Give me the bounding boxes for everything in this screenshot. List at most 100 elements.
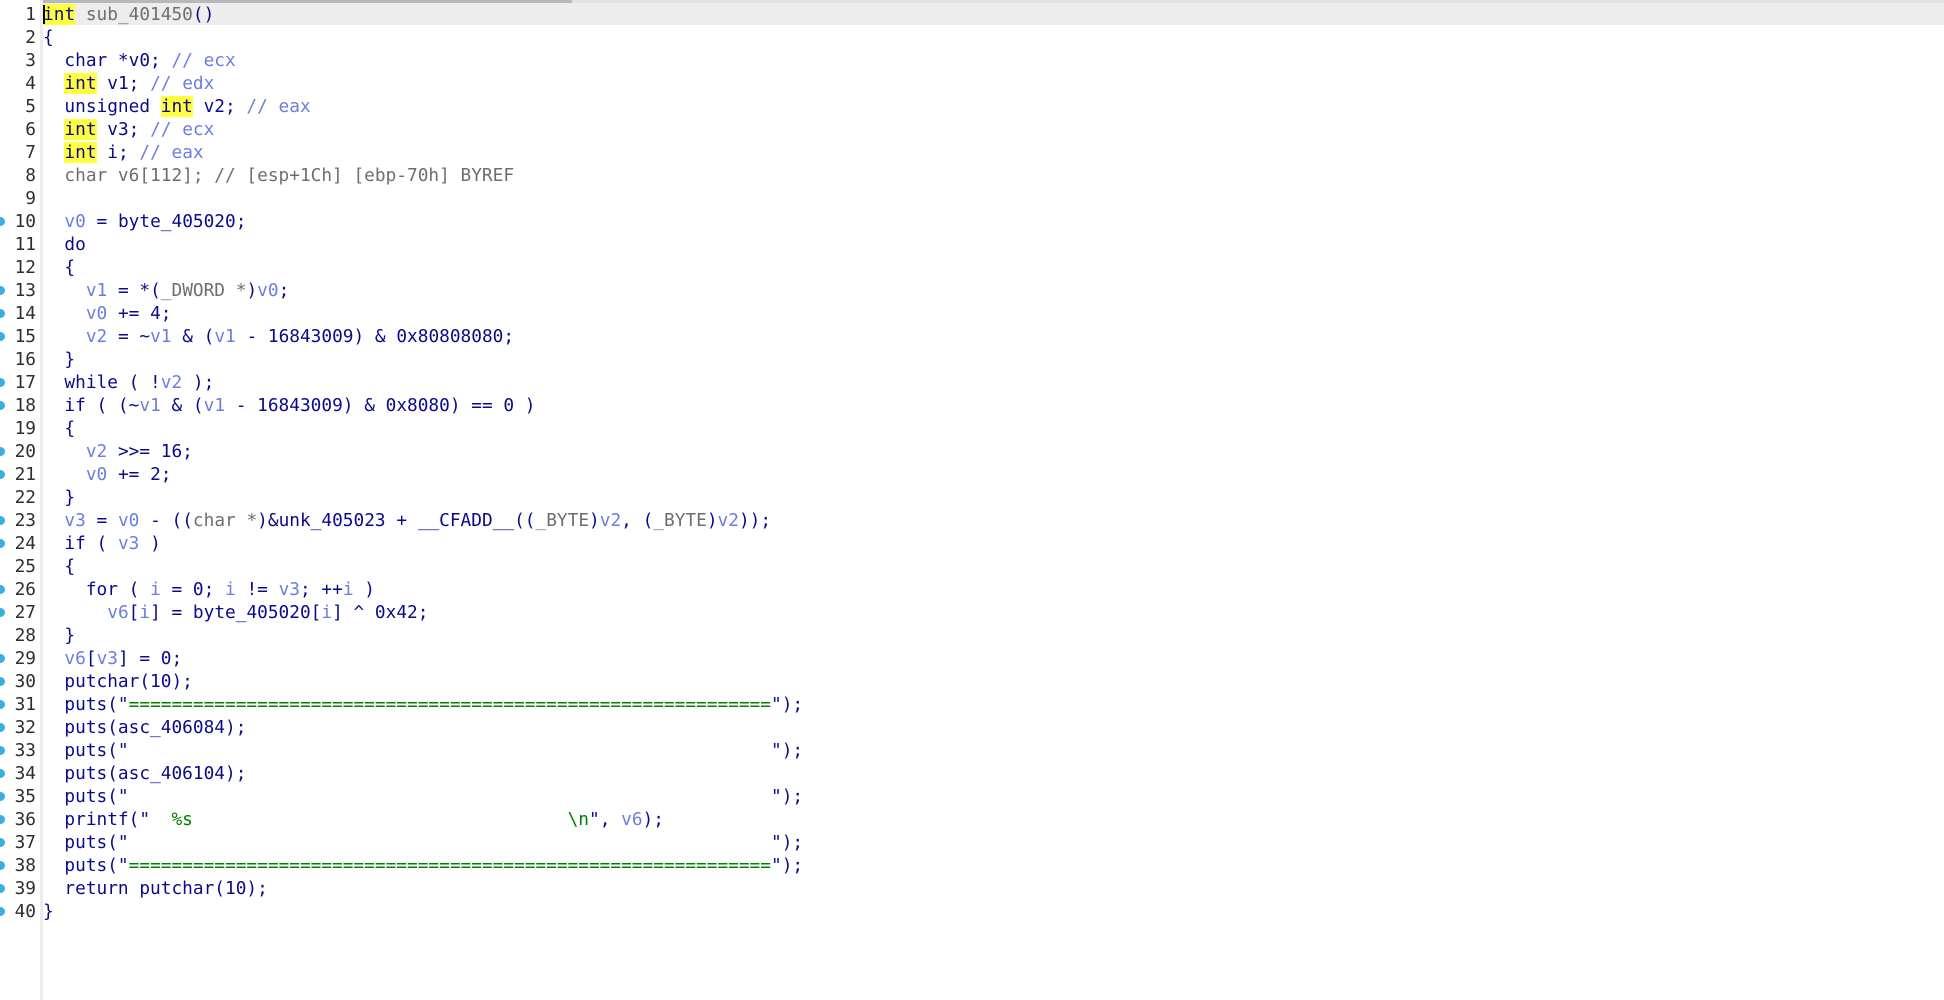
code-token: v2 [599,510,622,531]
code-token: } [43,625,76,646]
line-number: 33 [14,740,36,761]
line-number: 29 [14,648,36,669]
code-line[interactable]: 9 [0,187,1944,210]
code-text: int v1; // edx [43,72,214,95]
code-line[interactable]: 16 } [0,348,1944,371]
code-line[interactable]: 8 char v6[112]; // [esp+1Ch] [ebp-70h] B… [0,164,1944,187]
code-line[interactable]: 26 for ( i = 0; i != v3; ++i ) [0,578,1944,601]
code-line[interactable]: 4 int v1; // edx [0,72,1944,95]
line-number: 22 [14,487,36,508]
code-token: )&unk_405023 + __CFADD__(( [257,510,536,531]
code-line[interactable]: 20 v2 >>= 16; [0,440,1944,463]
code-line[interactable]: 27 v6[i] = byte_405020[i] ^ 0x42; [0,601,1944,624]
code-line[interactable]: 30 putchar(10); [0,670,1944,693]
code-line[interactable]: 14 v0 += 4; [0,302,1944,325]
code-line[interactable]: 13 v1 = *(_DWORD *)v0; [0,279,1944,302]
line-number: 27 [14,602,36,623]
code-text: putchar(10); [43,670,192,693]
code-token: // ecx [171,50,236,71]
code-line[interactable]: 33 puts(" "); [0,739,1944,762]
code-line[interactable]: 35 puts(" "); [0,785,1944,808]
code-text: } [43,624,75,647]
code-token: ] = 0; [117,648,183,669]
code-token: sub_401450 [75,4,193,25]
code-line[interactable]: 1 int sub_401450() [0,3,1944,26]
code-text: for ( i = 0; i != v3; ++i ) [43,578,375,601]
code-line[interactable]: 2{ [0,26,1944,49]
code-line[interactable]: 40} [0,900,1944,923]
code-text: printf(" %s \n", v6); [43,808,664,831]
code-line[interactable]: 6 int v3; // ecx [0,118,1944,141]
code-line[interactable]: 21 v0 += 2; [0,463,1944,486]
code-line[interactable]: 23 v3 = v0 - ((char *)&unk_405023 + __CF… [0,509,1944,532]
code-line[interactable]: 32 puts(asc_406084); [0,716,1944,739]
pseudocode-view[interactable]: 1 int sub_401450() 2{3 char *v0; // ecx 4 i… [0,3,1944,923]
code-line[interactable]: 5 unsigned int v2; // eax [0,95,1944,118]
code-line[interactable]: 18 if ( (~v1 & (v1 - 16843009) & 0x8080)… [0,394,1944,417]
code-token: >>= 16; [107,441,193,462]
code-token: )); [738,510,772,531]
code-line[interactable]: 29 v6[v3] = 0; [0,647,1944,670]
code-line[interactable]: 37 puts(" "); [0,831,1944,854]
code-token: v6 [107,602,129,623]
code-token: } [43,901,54,922]
code-line[interactable]: 11 do [0,233,1944,256]
code-token: ) [353,579,375,600]
code-text: int i; // eax [43,141,204,164]
code-token: [ [128,602,140,623]
code-token: puts(" [43,832,129,853]
code-line[interactable]: 31 puts("===============================… [0,693,1944,716]
code-token: v1; [96,73,151,94]
code-token: ) [706,510,718,531]
line-number: 2 [25,27,36,48]
code-text: v2 = ~v1 & (v1 - 16843009) & 0x80808080; [43,325,514,348]
code-line[interactable]: 39 return putchar(10); [0,877,1944,900]
code-line[interactable]: 36 printf(" %s \n", v6); [0,808,1944,831]
code-line[interactable]: 7 int i; // eax [0,141,1944,164]
code-line[interactable]: 19 { [0,417,1944,440]
code-line[interactable]: 10 v0 = byte_405020; [0,210,1944,233]
code-line[interactable]: 25 { [0,555,1944,578]
code-token: ", [588,809,622,830]
code-line[interactable]: 22 } [0,486,1944,509]
code-text: v0 = byte_405020; [43,210,246,233]
code-line[interactable]: 17 while ( !v2 ); [0,371,1944,394]
code-token: ; ++ [299,579,343,600]
code-line[interactable]: 38 puts("===============================… [0,854,1944,877]
code-line[interactable]: 3 char *v0; // ecx [0,49,1944,72]
code-line[interactable]: 12 { [0,256,1944,279]
line-number: 37 [14,832,36,853]
code-token: = byte_405020; [85,211,247,232]
code-token: v3 [64,510,86,531]
line-number: 28 [14,625,36,646]
code-token: v0 [117,510,140,531]
line-number: 4 [25,73,36,94]
code-line[interactable]: 15 v2 = ~v1 & (v1 - 16843009) & 0x808080… [0,325,1944,348]
code-token: "); [770,786,804,807]
code-line[interactable]: 34 puts(asc_406104); [0,762,1944,785]
line-number: 5 [25,96,36,117]
code-token: while ( ! [43,372,161,393]
code-token: i; [96,142,140,163]
code-token: puts(" [43,786,129,807]
code-token: v2; [192,96,247,117]
code-text: { [43,256,75,279]
code-line[interactable]: 24 if ( v3 ) [0,532,1944,555]
code-token: ) [246,280,258,301]
code-text: puts("==================================… [43,854,803,877]
line-number: 19 [14,418,36,439]
code-text: v6[v3] = 0; [43,647,182,670]
code-token: "); [770,694,804,715]
line-number: 35 [14,786,36,807]
code-line[interactable]: 28 } [0,624,1944,647]
code-token: += 2; [107,464,172,485]
